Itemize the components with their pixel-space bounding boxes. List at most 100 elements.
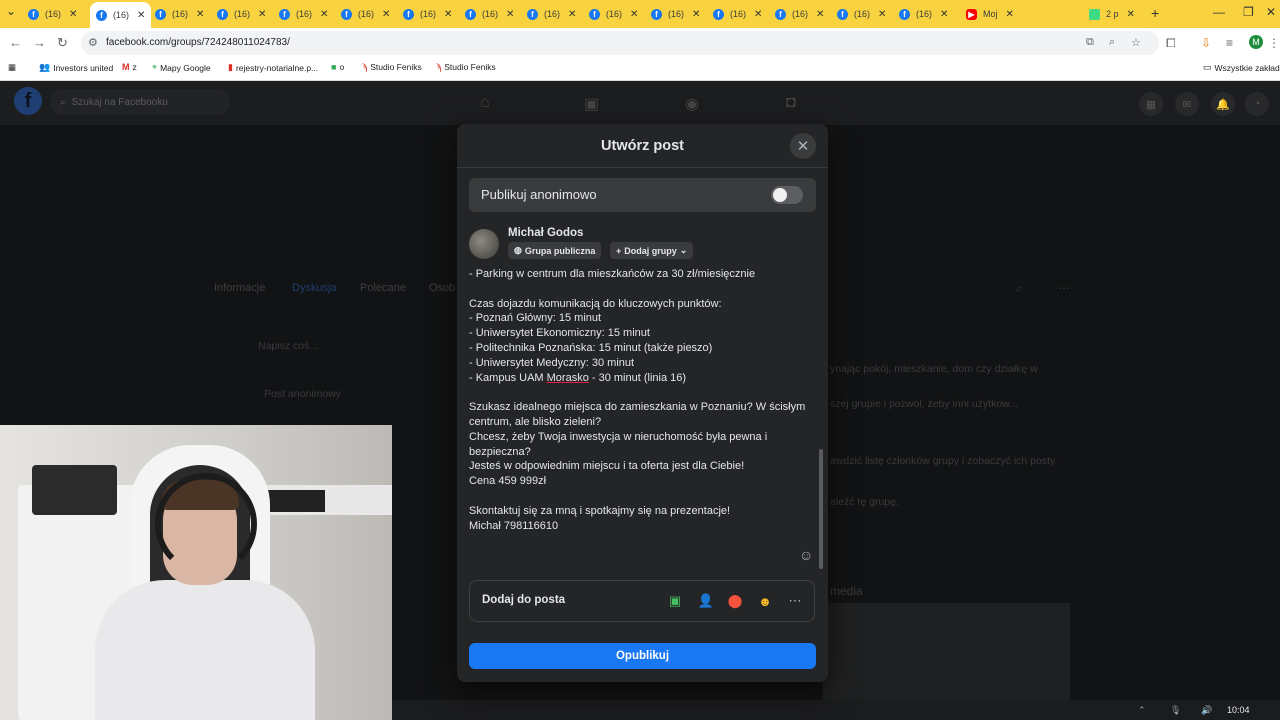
extensions-icon[interactable]: ⧠ <box>1166 36 1176 51</box>
composer-placeholder[interactable]: Napisz coś... <box>258 340 318 352</box>
tab-close-icon[interactable]: ✕ <box>258 9 266 20</box>
tab-close-icon[interactable]: ✕ <box>630 9 638 20</box>
more-icon[interactable]: ⋯ <box>1058 281 1070 295</box>
new-tab-button[interactable]: + <box>1151 5 1159 21</box>
bookmark-gmail[interactable]: Mz <box>122 62 137 72</box>
mic-icon[interactable]: 🎙 <box>1170 705 1181 716</box>
browser-tab[interactable]: f (16) ✕ <box>713 4 762 24</box>
tray-chevron-icon[interactable]: ⌃ <box>1138 705 1146 716</box>
feeling-emoji-icon[interactable]: ☻ <box>756 592 774 610</box>
install-app-icon[interactable]: ⧉ <box>1086 36 1094 49</box>
forward-icon[interactable]: → <box>33 35 46 50</box>
browser-tab[interactable]: f (16) ✕ <box>775 4 824 24</box>
tab-facebook-active[interactable]: f (16) ✕ <box>90 2 152 28</box>
add-groups-button[interactable]: + Dodaj grupy ⌄ <box>610 242 694 259</box>
facebook-logo[interactable]: f <box>14 87 42 115</box>
browser-tab[interactable]: f (16) ✕ <box>28 4 77 24</box>
menu-grid-icon[interactable]: ▦ <box>1139 92 1163 116</box>
groups-icon[interactable]: ◉ <box>685 94 699 114</box>
browser-tab[interactable]: f (16) ✕ <box>465 4 514 24</box>
facebook-search[interactable]: ⌕ Szukaj na Facebooku <box>50 89 230 115</box>
photo-video-icon[interactable]: ▣ <box>666 592 684 610</box>
tab-close-icon[interactable]: ✕ <box>506 9 514 20</box>
tab-close-icon[interactable]: ✕ <box>320 9 328 20</box>
tab-close-icon[interactable]: ✕ <box>1127 9 1135 20</box>
apps-icon[interactable]: ▦ <box>8 62 16 73</box>
bookmark-star-icon[interactable]: ☆ <box>1131 36 1141 49</box>
media-controls-icon[interactable]: ≡ <box>1226 36 1233 50</box>
window-close-icon[interactable]: ✕ <box>1266 5 1276 19</box>
emoji-picker-icon[interactable]: ☺ <box>799 547 813 563</box>
close-dialog-button[interactable]: ✕ <box>790 133 816 159</box>
bookmark-studio-feniks-2[interactable]: ϡ Studio Feniks <box>436 62 496 72</box>
location-pin-icon[interactable]: ⬤ <box>726 592 744 610</box>
browser-tab[interactable]: f (16) ✕ <box>279 4 328 24</box>
anon-post-button[interactable]: Post anonimowy <box>264 388 341 400</box>
post-line: Czas dojazdu komunikacją do kluczowych p… <box>469 297 722 310</box>
messenger-icon[interactable]: ✉ <box>1175 92 1199 116</box>
reload-icon[interactable]: ↻ <box>57 35 68 51</box>
tab-close-icon[interactable]: ✕ <box>568 9 576 20</box>
download-icon[interactable]: ⇩ <box>1201 36 1211 50</box>
tab-close-icon[interactable]: ✕ <box>940 9 948 20</box>
bookmark-investors[interactable]: 👥 Investors united <box>39 62 113 73</box>
account-icon[interactable]: ◔ <box>1245 92 1269 116</box>
zoom-icon[interactable]: ⌕ <box>1109 36 1115 49</box>
bookmark-maps[interactable]: ⌖ Mapy Google <box>152 62 211 73</box>
browser-tab[interactable]: 2 p ✕ <box>1089 4 1135 24</box>
browser-tab[interactable]: f (16) ✕ <box>217 4 266 24</box>
browser-tab[interactable]: f (16) ✕ <box>651 4 700 24</box>
bookmark-studio-feniks-1[interactable]: ϡ Studio Feniks <box>362 62 422 72</box>
browser-tab[interactable]: f (16) ✕ <box>589 4 638 24</box>
anonymous-post-row[interactable]: Publikuj anonimowo <box>469 178 816 212</box>
browser-tab[interactable]: f (16) ✕ <box>837 4 886 24</box>
anonymous-toggle[interactable] <box>771 186 803 204</box>
browser-tab[interactable]: f (16) ✕ <box>403 4 452 24</box>
back-icon[interactable]: ← <box>9 35 22 50</box>
home-icon[interactable]: ⌂ <box>480 94 490 112</box>
tab-informacje[interactable]: Informacje <box>214 282 265 294</box>
audience-chip[interactable]: ◍ Grupa publiczna <box>508 242 602 259</box>
tab-osoby[interactable]: Osob <box>429 282 455 294</box>
tab-close-icon[interactable]: ✕ <box>692 9 700 20</box>
menu-icon[interactable]: ⋮ <box>1268 36 1280 50</box>
publish-button[interactable]: Opublikuj <box>469 643 816 669</box>
volume-icon[interactable]: 🔊 <box>1201 705 1212 716</box>
tab-close-icon[interactable]: ✕ <box>69 9 77 20</box>
browser-tab[interactable]: ▶ Moj ✕ <box>966 4 1014 24</box>
tab-polecane[interactable]: Polecane <box>360 282 406 294</box>
tag-people-icon[interactable]: 👤 <box>697 592 715 610</box>
gaming-icon[interactable]: ◘ <box>786 94 796 112</box>
maximize-icon[interactable]: ❐ <box>1243 5 1254 19</box>
bookmark-o[interactable]: ■ o <box>331 62 344 72</box>
address-bar[interactable]: ⚙ facebook.com/groups/724248011024783/ ⧉… <box>81 31 1159 55</box>
group-search-icon[interactable]: ⌕ <box>1016 281 1023 296</box>
tab-close-icon[interactable]: ✕ <box>137 10 145 21</box>
facebook-icon: f <box>775 8 786 20</box>
tab-close-icon[interactable]: ✕ <box>878 9 886 20</box>
tab-close-icon[interactable]: ✕ <box>196 9 204 20</box>
post-line: bezpieczna? <box>469 445 531 458</box>
video-icon[interactable]: ▣ <box>584 94 599 114</box>
tab-dyskusja[interactable]: Dyskusja <box>292 282 337 294</box>
post-text-editor[interactable]: - Parking w centrum dla mieszkańców za 3… <box>469 267 814 567</box>
bookmark-rejestry[interactable]: ▮ rejestry-notarialne.p... <box>228 62 318 73</box>
browser-tab[interactable]: f (16) ✕ <box>527 4 576 24</box>
tab-close-icon[interactable]: ✕ <box>382 9 390 20</box>
tab-close-icon[interactable]: ✕ <box>444 9 452 20</box>
tab-close-icon[interactable]: ✕ <box>754 9 762 20</box>
all-bookmarks[interactable]: ▭ Wszystkie zakład <box>1203 62 1280 73</box>
tab-close-icon[interactable]: ✕ <box>816 9 824 20</box>
profile-avatar[interactable]: M <box>1249 35 1263 49</box>
browser-tab[interactable]: f (16) ✕ <box>155 4 204 24</box>
minimize-icon[interactable]: — <box>1213 5 1225 19</box>
tab-label: (16) <box>296 9 313 19</box>
notifications-icon[interactable]: 🔔 <box>1211 92 1235 116</box>
site-info-icon[interactable]: ⚙ <box>88 36 98 49</box>
browser-tab[interactable]: f (16) ✕ <box>899 4 948 24</box>
scrollbar[interactable] <box>819 449 823 569</box>
more-options-icon[interactable]: ⋯ <box>786 592 804 610</box>
browser-tab[interactable]: f (16) ✕ <box>341 4 390 24</box>
tab-close-icon[interactable]: ✕ <box>1006 9 1014 20</box>
tab-search-icon[interactable]: ⌄ <box>6 4 16 18</box>
